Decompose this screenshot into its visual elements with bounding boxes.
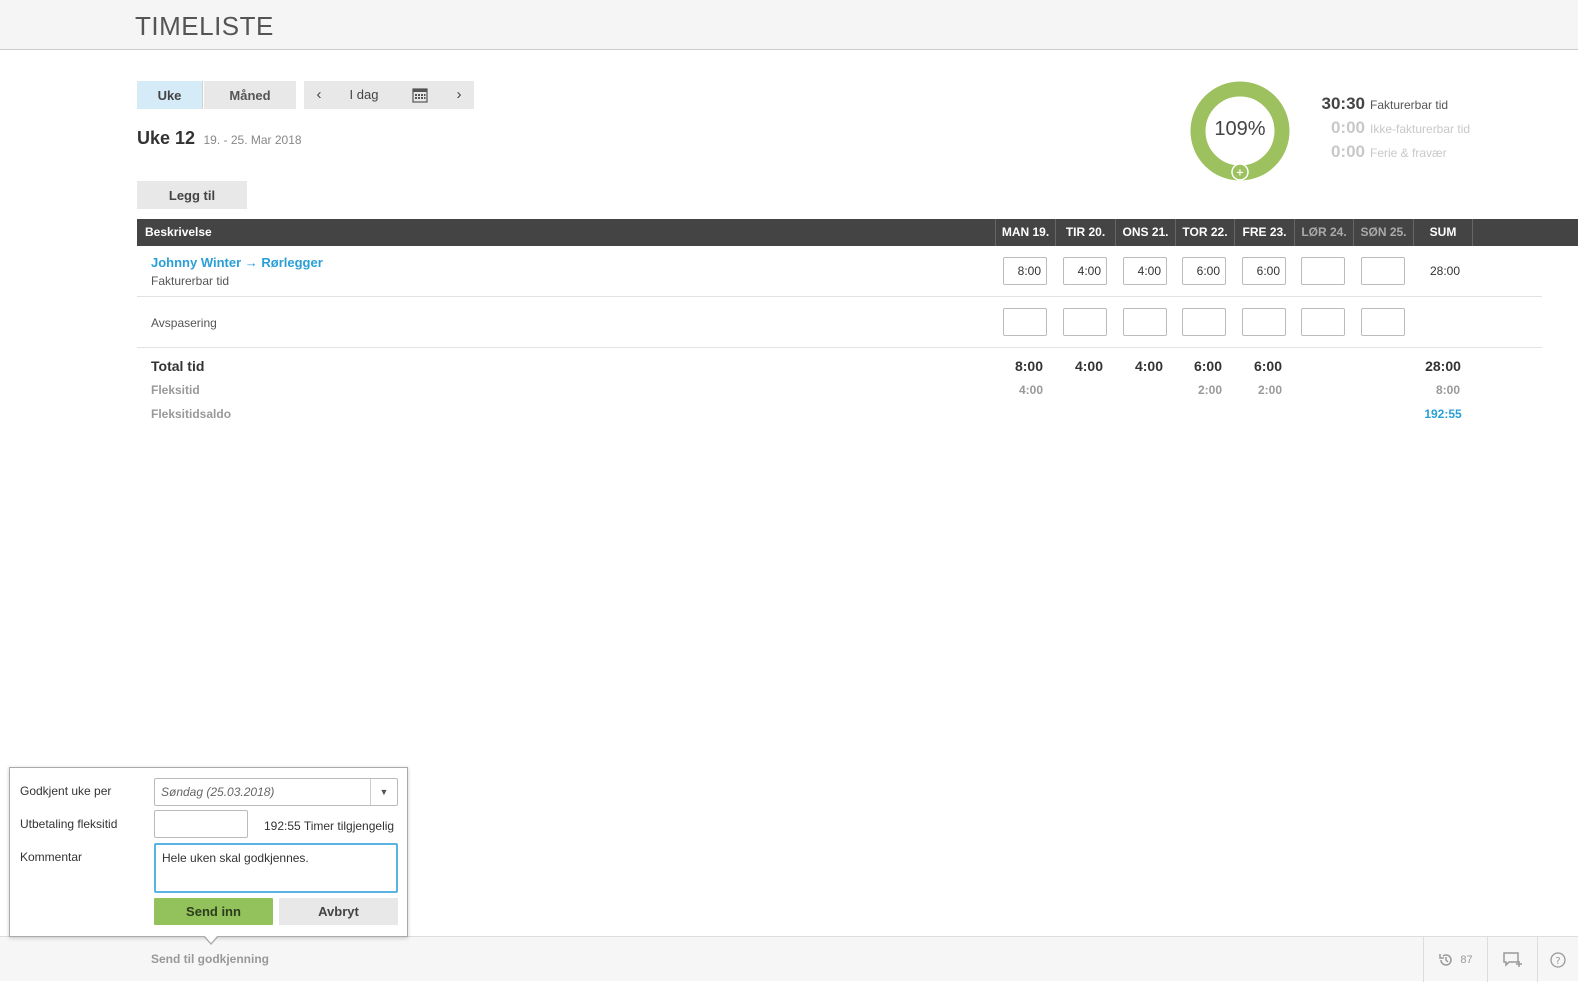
date-navigation: ‹ I dag ›	[304, 81, 474, 109]
column-header-description: Beskrivelse	[145, 225, 212, 239]
calendar-icon[interactable]	[408, 81, 432, 109]
hours-input-sat[interactable]	[1301, 257, 1345, 285]
month-view-button[interactable]: Måned	[204, 81, 296, 109]
week-range: 19. - 25. Mar 2018	[203, 133, 302, 147]
previous-week-button[interactable]: ‹	[310, 81, 328, 109]
approve-week-select[interactable]: Søndag (25.03.2018) ▼	[154, 778, 398, 806]
hours-input-sun[interactable]	[1361, 308, 1405, 336]
comment-add-icon	[1502, 951, 1522, 967]
hours-input-sun[interactable]	[1361, 257, 1405, 285]
utilization-percent: 109%	[1214, 118, 1266, 140]
table-row: Avspasering	[137, 297, 1542, 348]
comment-textarea[interactable]: Hele uken skal godkjennes.	[154, 843, 398, 893]
nonbillable-label: Ikke-fakturerbar tid	[1370, 122, 1471, 136]
column-header-wed: ONS 21.	[1115, 219, 1175, 246]
total-sum: 28:00	[1425, 358, 1461, 374]
next-week-button[interactable]: ›	[450, 81, 468, 109]
flex-thu: 2:00	[1197, 383, 1223, 397]
hours-input-wed[interactable]	[1123, 308, 1167, 336]
history-button[interactable]: 87	[1423, 937, 1487, 982]
billable-label: Fakturerbar tid	[1370, 98, 1449, 112]
history-icon	[1439, 953, 1453, 966]
billable-stat: 30:30 Fakturerbar tid	[1300, 94, 1540, 118]
week-view-button[interactable]: Uke	[137, 81, 203, 109]
week-title: Uke 12	[137, 128, 196, 148]
flex-mon: 4:00	[1018, 383, 1044, 397]
total-mon: 8:00	[1014, 358, 1044, 374]
add-comment-button[interactable]	[1487, 937, 1537, 982]
total-thu: 6:00	[1193, 358, 1223, 374]
hours-input-mon[interactable]: 8:00	[1003, 257, 1047, 285]
comment-label: Kommentar	[20, 850, 83, 864]
total-wed: 4:00	[1134, 358, 1164, 374]
hours-input-tue[interactable]	[1063, 308, 1107, 336]
flex-balance-value: 192:55	[1424, 407, 1462, 421]
project-link[interactable]: Johnny Winter → Rørlegger	[151, 255, 323, 270]
hours-input-thu[interactable]: 6:00	[1182, 257, 1226, 285]
column-header-mon: MAN 19.	[995, 219, 1055, 246]
page-title: TIMELISTE	[135, 11, 274, 41]
today-button[interactable]: I dag	[342, 81, 386, 109]
total-fri: 6:00	[1253, 358, 1283, 374]
help-icon: ?	[1550, 951, 1566, 968]
available-hours-value: 192:55	[264, 819, 301, 833]
row-label: Avspasering	[151, 316, 217, 330]
absence-label: Ferie & fravær	[1370, 146, 1447, 160]
nonbillable-stat: 0:00 Ikke-fakturerbar tid	[1300, 118, 1540, 142]
flex-fri: 2:00	[1257, 383, 1283, 397]
week-heading: Uke 12 19. - 25. Mar 2018	[137, 128, 302, 149]
approve-week-value: Søndag (25.03.2018)	[161, 785, 275, 799]
flex-label: Fleksitid	[151, 383, 200, 397]
absence-value: 0:00	[1330, 142, 1365, 161]
table-row: Johnny Winter → Rørlegger Fakturerbar ti…	[137, 246, 1542, 297]
hours-input-sat[interactable]	[1301, 308, 1345, 336]
column-header-fri: FRE 23.	[1234, 219, 1294, 246]
column-header-sum: SUM	[1413, 219, 1473, 246]
column-header-sun: SØN 25.	[1353, 219, 1413, 246]
popup-pointer-fill	[204, 935, 218, 943]
row-sum: 28:00	[1429, 264, 1461, 278]
send-for-approval-button[interactable]: Send til godkjenning	[151, 952, 269, 966]
svg-text:+: +	[1236, 168, 1244, 179]
history-count: 87	[1460, 953, 1473, 966]
flex-sum: 8:00	[1435, 383, 1461, 397]
hours-input-fri[interactable]: 6:00	[1242, 257, 1286, 285]
help-button[interactable]: ?	[1537, 937, 1578, 982]
hours-input-thu[interactable]	[1182, 308, 1226, 336]
app-header: TIMELISTE	[0, 0, 1578, 50]
billable-value: 30:30	[1321, 94, 1365, 113]
add-button[interactable]: Legg til	[137, 181, 247, 209]
hours-input-wed[interactable]: 4:00	[1123, 257, 1167, 285]
total-tue: 4:00	[1074, 358, 1104, 374]
chevron-down-icon[interactable]: ▼	[370, 779, 397, 805]
table-header: Beskrivelse MAN 19. TIR 20. ONS 21. TOR …	[137, 219, 1578, 246]
time-summary: 30:30 Fakturerbar tid 0:00 Ikke-fakturer…	[1300, 94, 1540, 166]
flex-balance-label: Fleksitidsaldo	[151, 407, 232, 421]
absence-stat: 0:00 Ferie & fravær	[1300, 142, 1540, 166]
column-header-thu: TOR 22.	[1175, 219, 1234, 246]
hours-input-fri[interactable]	[1242, 308, 1286, 336]
available-hours: 192:55 Timer tilgjengelig	[264, 819, 394, 833]
flex-payout-input[interactable]	[154, 810, 248, 838]
hours-input-tue[interactable]: 4:00	[1063, 257, 1107, 285]
hours-input-mon[interactable]	[1003, 308, 1047, 336]
approve-week-label: Godkjent uke per	[20, 784, 112, 798]
footer-bar: Send til godkjenning 87 ?	[0, 936, 1578, 982]
submit-button[interactable]: Send inn	[154, 898, 273, 925]
approval-popup: Godkjent uke per Søndag (25.03.2018) ▼ U…	[9, 767, 408, 945]
total-label: Total tid	[151, 358, 205, 374]
svg-text:?: ?	[1555, 956, 1560, 967]
column-header-sat: LØR 24.	[1294, 219, 1353, 246]
cancel-button[interactable]: Avbryt	[279, 898, 398, 925]
column-header-tue: TIR 20.	[1055, 219, 1115, 246]
row-type-label: Fakturerbar tid	[151, 274, 230, 288]
nonbillable-value: 0:00	[1330, 118, 1365, 137]
available-hours-label: Timer tilgjengelig	[303, 819, 395, 833]
flex-payout-label: Utbetaling fleksitid	[20, 817, 118, 831]
